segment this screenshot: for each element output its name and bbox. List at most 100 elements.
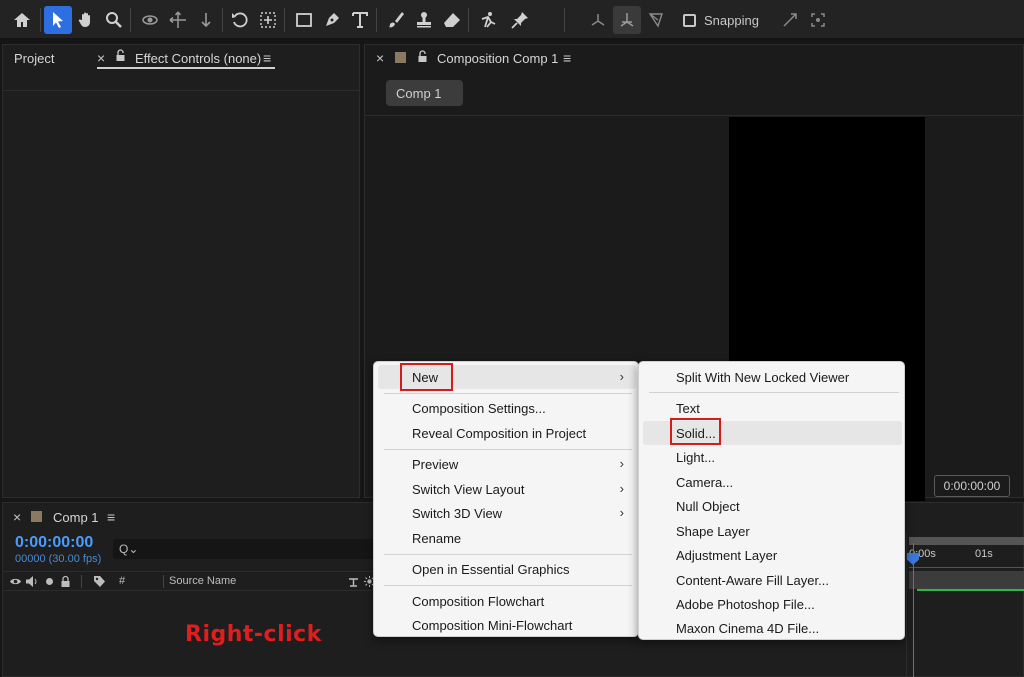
shy-switch-icon[interactable]: [347, 575, 360, 588]
menu-item-label: Text: [676, 400, 700, 416]
lock-icon[interactable]: [59, 575, 72, 588]
snap-edges-icon[interactable]: [776, 6, 804, 34]
menu-item-label: Shape Layer: [676, 523, 750, 539]
audio-speaker-icon[interactable]: [25, 575, 38, 588]
menu-separator: [384, 449, 632, 450]
viewer-timecode[interactable]: 0:00:00:00: [934, 475, 1010, 497]
tab-composition[interactable]: Composition Comp 1: [437, 51, 558, 66]
video-eye-icon[interactable]: [9, 575, 22, 588]
menu-item-label: Switch View Layout: [412, 481, 525, 497]
composition-context-menu: New › Composition Settings... Reveal Com…: [373, 361, 639, 637]
menu-item-preview[interactable]: Preview ›: [378, 452, 636, 476]
close-tab-icon[interactable]: ×: [376, 50, 384, 66]
menu-item-light[interactable]: Light...: [643, 445, 902, 469]
menu-item-label: Composition Settings...: [412, 400, 546, 416]
column-divider: [163, 575, 164, 588]
time-ruler-area[interactable]: 0:00s 01s: [907, 533, 1024, 677]
tab-project[interactable]: Project: [14, 51, 54, 66]
panel-menu-icon[interactable]: ≡: [107, 509, 115, 525]
pan-camera-icon[interactable]: [164, 6, 192, 34]
layer-search-input[interactable]: Q⌄: [113, 539, 383, 559]
new-submenu: Split With New Locked Viewer Text Solid.…: [638, 361, 905, 640]
world-axis-icon[interactable]: [613, 6, 641, 34]
menu-item-adjustment-layer[interactable]: Adjustment Layer: [643, 543, 902, 567]
selection-arrow-icon[interactable]: [44, 6, 72, 34]
snapping-toggle[interactable]: Snapping: [683, 8, 759, 32]
tab-effect-controls[interactable]: Effect Controls (none): [135, 51, 261, 66]
timeline-divider: [906, 533, 907, 677]
work-area-bar[interactable]: [909, 537, 1024, 545]
roto-brush-icon[interactable]: [474, 6, 502, 34]
menu-item-label: Content-Aware Fill Layer...: [676, 572, 829, 588]
pen-icon[interactable]: [318, 6, 346, 34]
menu-item-cinema-4d-file[interactable]: Maxon Cinema 4D File...: [643, 616, 902, 640]
menu-item-label: Null Object: [676, 498, 740, 514]
menu-item-photoshop-file[interactable]: Adobe Photoshop File...: [643, 592, 902, 616]
menu-item-null-object[interactable]: Null Object: [643, 494, 902, 518]
column-source-name-header[interactable]: Source Name: [169, 575, 236, 587]
ruler-label-1s: 01s: [975, 548, 993, 560]
snapping-checkbox[interactable]: [683, 13, 696, 27]
pan-behind-icon[interactable]: [254, 6, 282, 34]
menu-item-label: Split With New Locked Viewer: [676, 369, 850, 385]
rectangle-icon[interactable]: [290, 6, 318, 34]
column-number-header[interactable]: #: [119, 575, 125, 587]
menu-item-label: Preview: [412, 456, 459, 472]
local-axis-icon[interactable]: [584, 6, 612, 34]
rotate-icon[interactable]: [226, 6, 254, 34]
menu-item-rename[interactable]: Rename: [378, 526, 636, 550]
close-tab-icon[interactable]: ×: [97, 50, 105, 66]
submenu-arrow-icon: ›: [619, 505, 624, 520]
ruler-ticks: [909, 561, 1024, 568]
menu-item-content-aware-fill-layer[interactable]: Content-Aware Fill Layer...: [643, 568, 902, 592]
label-tag-icon[interactable]: [93, 575, 106, 588]
layer-track-bar[interactable]: [909, 571, 1024, 589]
menu-item-label: Camera...: [676, 474, 734, 490]
lock-icon[interactable]: [417, 50, 428, 63]
frame-rate-display: 00000 (30.00 fps): [15, 553, 102, 565]
menu-item-switch-view-layout[interactable]: Switch View Layout ›: [378, 477, 636, 501]
type-icon[interactable]: [346, 6, 374, 34]
view-axis-icon[interactable]: [642, 6, 670, 34]
orbit-camera-icon[interactable]: [136, 6, 164, 34]
home-icon[interactable]: [8, 6, 36, 34]
menu-item-split-locked-viewer[interactable]: Split With New Locked Viewer: [643, 365, 902, 389]
toolbar-divider: [40, 8, 41, 32]
eraser-icon[interactable]: [438, 6, 466, 34]
project-panel: Project × Effect Controls (none) ≡: [2, 44, 360, 498]
puppet-pin-icon[interactable]: [506, 6, 534, 34]
toolbar-divider: [564, 8, 565, 32]
menu-item-switch-3d-view[interactable]: Switch 3D View ›: [378, 501, 636, 525]
brush-icon[interactable]: [382, 6, 410, 34]
menu-item-reveal-composition[interactable]: Reveal Composition in Project: [378, 421, 636, 445]
toolbar-divider: [222, 8, 223, 32]
snapping-label: Snapping: [704, 12, 759, 28]
menu-item-text[interactable]: Text: [643, 396, 902, 420]
clone-stamp-icon[interactable]: [410, 6, 438, 34]
menu-item-composition-settings[interactable]: Composition Settings...: [378, 396, 636, 420]
menu-item-open-essential-graphics[interactable]: Open in Essential Graphics: [378, 557, 636, 581]
dolly-camera-icon[interactable]: [192, 6, 220, 34]
menu-item-label: Reveal Composition in Project: [412, 425, 587, 441]
close-tab-icon[interactable]: ×: [13, 509, 21, 525]
snap-features-icon[interactable]: [804, 6, 832, 34]
menu-item-label: Maxon Cinema 4D File...: [676, 620, 820, 636]
solo-dot-icon[interactable]: [43, 575, 56, 588]
current-time-display[interactable]: 0:00:00:00: [15, 534, 93, 552]
menu-item-label: Adjustment Layer: [676, 547, 778, 563]
menu-separator: [384, 554, 632, 555]
lock-icon[interactable]: [115, 49, 126, 62]
panel-menu-icon[interactable]: ≡: [563, 50, 571, 66]
menu-item-composition-flowchart[interactable]: Composition Flowchart: [378, 589, 636, 613]
menu-item-composition-mini-flowchart[interactable]: Composition Mini-Flowchart: [378, 613, 636, 637]
toolbar-divider: [468, 8, 469, 32]
menu-item-label: Switch 3D View: [412, 505, 503, 521]
comp-1-viewer-tab[interactable]: Comp 1: [386, 80, 463, 106]
tab-timeline-comp[interactable]: Comp 1: [53, 510, 99, 525]
zoom-icon[interactable]: [100, 6, 128, 34]
panel-menu-icon[interactable]: ≡: [263, 50, 271, 66]
menu-item-shape-layer[interactable]: Shape Layer: [643, 519, 902, 543]
menu-item-camera[interactable]: Camera...: [643, 470, 902, 494]
panel-divider: [365, 115, 1023, 116]
hand-icon[interactable]: [72, 6, 100, 34]
